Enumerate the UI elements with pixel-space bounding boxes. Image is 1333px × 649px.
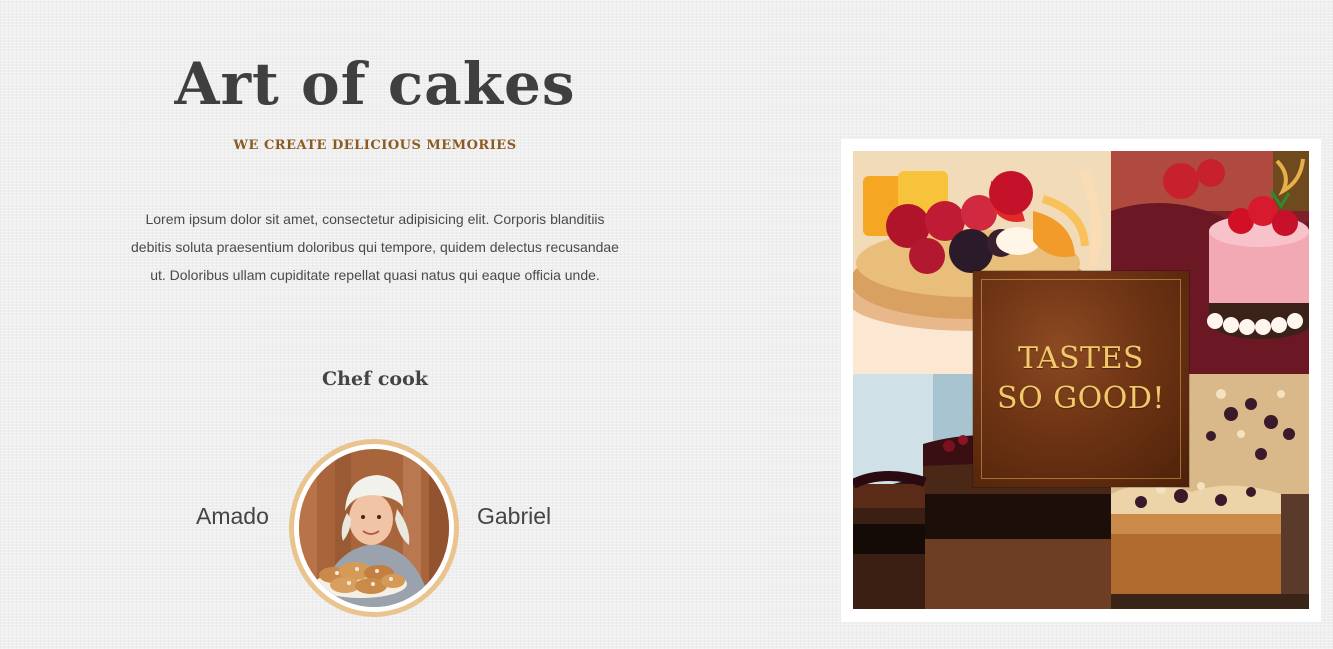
chef-photo xyxy=(299,449,449,607)
chef-heading: Chef cook xyxy=(322,368,428,390)
intro-paragraph: Lorem ipsum dolor sit amet, consectetur … xyxy=(131,211,619,283)
badge-line-2: SO GOOD! xyxy=(997,381,1165,416)
chef-first-name: Amado xyxy=(196,503,269,529)
cake-gallery: TASTES SO GOOD! xyxy=(853,151,1309,609)
chef-avatar xyxy=(289,439,459,617)
chef-last-name: Gabriel xyxy=(477,503,552,529)
badge-line-1: TASTES xyxy=(1017,341,1145,376)
tagline: WE CREATE DELICIOUS MEMORIES xyxy=(233,138,517,153)
tastes-badge: TASTES SO GOOD! xyxy=(973,271,1189,487)
badge-border: TASTES SO GOOD! xyxy=(981,279,1181,479)
page-title: Art of cakes xyxy=(174,50,576,118)
avatar-border xyxy=(294,444,454,612)
gallery-frame: TASTES SO GOOD! xyxy=(841,139,1321,622)
